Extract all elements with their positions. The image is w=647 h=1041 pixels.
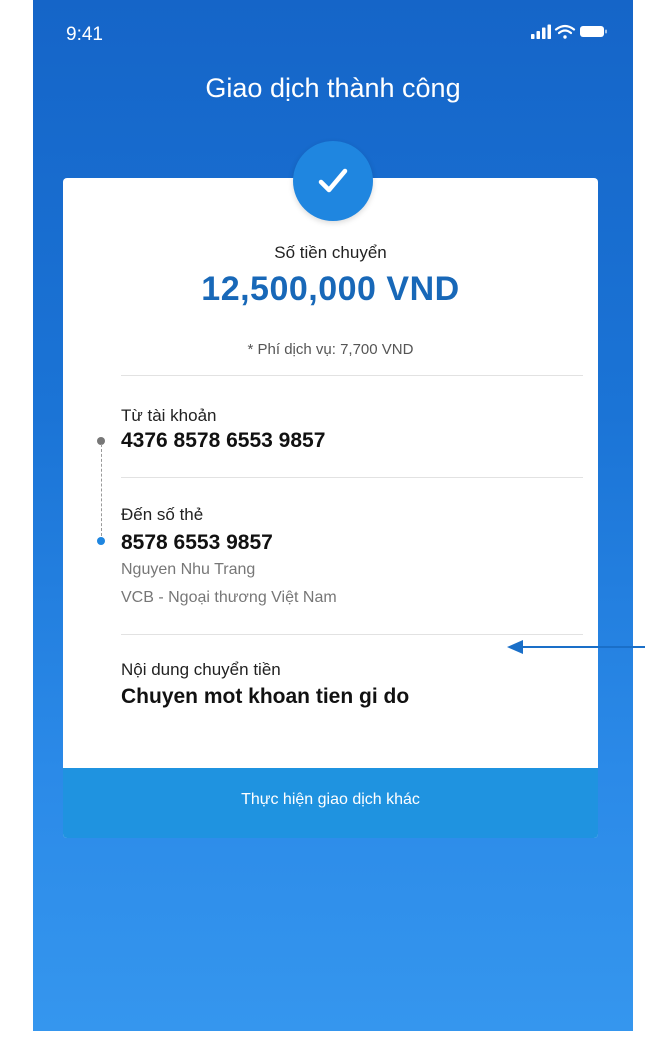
content-label: Nội dung chuyển tiền	[121, 660, 281, 679]
status-bar: 9:41	[33, 0, 633, 70]
page-title: Giao dịch thành công	[205, 73, 461, 103]
to-card-number: 8578 6553 9857	[121, 531, 273, 554]
success-badge	[293, 141, 373, 221]
phone-screen: 9:41 Giao dịch thành công Số tiền chuyển…	[33, 0, 633, 1031]
battery-icon	[580, 26, 607, 37]
transaction-card: Số tiền chuyển 12,500,000 VND * Phí dịch…	[63, 178, 598, 838]
timeline-connector	[101, 444, 102, 536]
amount-label: Số tiền chuyển	[274, 243, 387, 262]
arrow-left-icon	[507, 640, 645, 654]
new-transaction-button[interactable]: Thực hiện giao dịch khác	[63, 768, 598, 838]
divider	[121, 634, 583, 635]
to-dot	[97, 537, 105, 545]
from-account-number: 4376 8578 6553 9857	[121, 429, 326, 452]
recipient-name: Nguyen Nhu Trang	[121, 561, 256, 578]
status-time: 9:41	[66, 24, 103, 45]
recipient-bank: VCB - Ngoại thương Việt Nam	[121, 589, 337, 606]
status-icons	[531, 24, 609, 45]
from-account-label: Từ tài khoản	[121, 406, 217, 425]
divider	[121, 375, 583, 376]
divider	[121, 477, 583, 478]
check-icon	[318, 168, 348, 193]
to-card-label: Đến số thẻ	[121, 505, 204, 524]
amount-value: 12,500,000 VND	[201, 270, 460, 308]
signal-icon	[531, 24, 551, 39]
wifi-icon	[554, 24, 576, 39]
content-value: Chuyen mot khoan tien gi do	[121, 685, 410, 708]
service-fee: * Phí dịch vụ: 7,700 VND	[247, 341, 414, 358]
